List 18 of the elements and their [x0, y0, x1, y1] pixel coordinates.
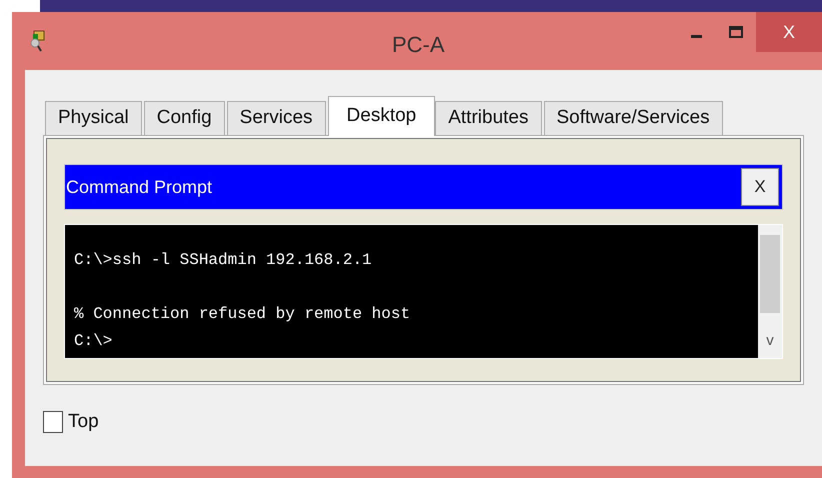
checkbox[interactable] — [43, 411, 63, 434]
command-prompt-title: Command Prompt — [66, 176, 212, 199]
close-button[interactable]: X — [741, 168, 779, 206]
window-title: PC-A — [392, 31, 445, 59]
scrollbar[interactable]: v — [758, 225, 782, 358]
scroll-down-arrow[interactable]: v — [758, 330, 782, 352]
scroll-thumb[interactable] — [760, 235, 780, 313]
tab[interactable]: Physical — [45, 101, 142, 135]
tab[interactable]: Config — [144, 101, 225, 135]
tab[interactable]: Attributes — [435, 101, 542, 135]
maximize-icon — [729, 26, 743, 38]
close-button[interactable]: X — [756, 12, 822, 52]
tab[interactable]: Services — [226, 101, 326, 135]
terminal-text: C:\>ssh -l SSHadmin 192.168.2.1 % Connection refused by remote host C:\> — [74, 250, 412, 352]
checkbox-label: Top — [68, 410, 99, 434]
tab[interactable]: Desktop — [328, 96, 436, 136]
minimize-icon — [690, 34, 702, 38]
tab[interactable]: Software/Services — [544, 101, 723, 135]
